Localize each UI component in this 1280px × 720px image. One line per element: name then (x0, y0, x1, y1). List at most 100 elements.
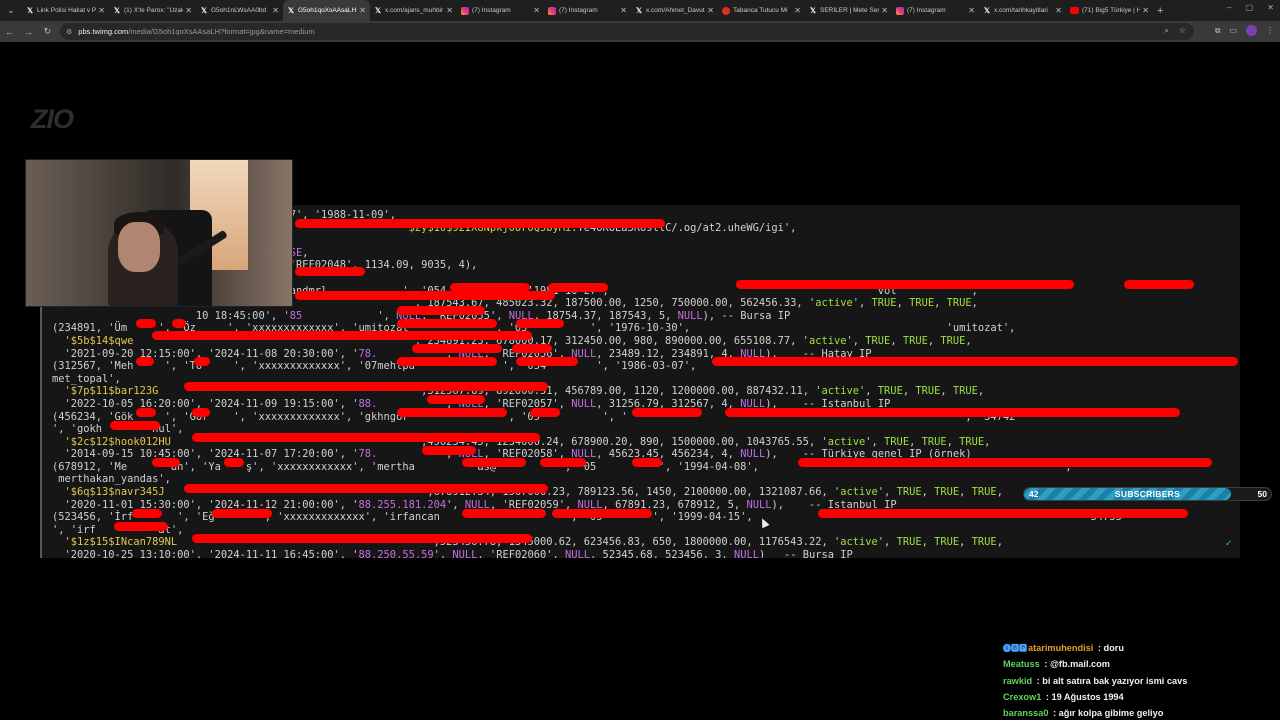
chat-username: atarimuhendisi (1028, 643, 1094, 653)
code-token: , (977, 385, 985, 398)
code-token: active (840, 486, 878, 499)
close-tab-icon[interactable]: ✕ (185, 6, 192, 15)
subscriber-goal: 50 (1257, 489, 1267, 499)
close-window-icon[interactable]: ✕ (1267, 3, 1274, 12)
code-token: , (996, 486, 1003, 499)
stream-logo: ZIO (31, 104, 74, 134)
redaction-mark (192, 433, 540, 442)
redaction-mark (192, 408, 210, 417)
tab-8[interactable]: Tabanca Tutucu Mi ✕ (718, 0, 805, 21)
checkmark-icon: ✓ (1225, 538, 1233, 548)
code-token: 88.255.181.204 (358, 498, 447, 511)
site-info-icon[interactable]: ⚙ (66, 28, 72, 36)
close-tab-icon[interactable]: ✕ (794, 6, 801, 15)
code-token: TRUE (971, 486, 997, 499)
menu-icon[interactable]: ⋮ (1266, 26, 1274, 35)
youtube-icon (1070, 7, 1079, 14)
code-token: TRUE (877, 385, 903, 398)
redaction-mark (136, 319, 156, 328)
x-logo-icon: 𝕏 (113, 5, 121, 15)
tab-search-button[interactable]: ⌄ (0, 0, 22, 21)
close-tab-icon[interactable]: ✕ (446, 6, 453, 15)
close-tab-icon[interactable]: ✕ (359, 6, 366, 15)
zoom-icon[interactable]: ⌕ (1164, 26, 1168, 36)
redaction-mark (427, 395, 485, 404)
tab-1[interactable]: 𝕏(1) X'te Parox: "Uzakta"✕ (109, 0, 196, 21)
code-token: , (302, 246, 309, 259)
minimize-icon[interactable]: – (1227, 3, 1231, 12)
forward-button[interactable]: → (19, 27, 38, 37)
chat-message: Crexow1 : 19 Ağustos 1994 (1003, 689, 1273, 705)
redaction-mark (516, 319, 564, 328)
new-tab-button[interactable]: + (1157, 5, 1163, 17)
redaction-mark (516, 357, 578, 366)
code-token: '2014-09-15 10:45:00', '2024-11-07 17:20… (52, 448, 359, 461)
close-tab-icon[interactable]: ✕ (98, 6, 105, 15)
tab-9[interactable]: 𝕏 SERİLER | Mete Seri ✕ (805, 0, 892, 21)
close-tab-icon[interactable]: ✕ (1142, 6, 1149, 15)
code-token: '$7p$11$bar123G (52, 385, 159, 398)
code-token: active (815, 297, 853, 310)
back-button[interactable]: ← (0, 27, 19, 37)
tab-title: (7) Instagram (907, 7, 946, 14)
maximize-icon[interactable]: ▢ (1246, 3, 1254, 12)
redaction-mark (632, 458, 662, 467)
tab-12[interactable]: (71) Big5 Türkiye | H ✕ (1066, 0, 1153, 21)
redaction-mark (152, 458, 180, 467)
code-token: 85 (289, 309, 378, 322)
chat-text: ağır kolpa gibime geliyo (1058, 708, 1164, 719)
chat-message: baranssa0 : ağır kolpa gibime geliyo (1003, 705, 1273, 720)
code-token: TRUE (915, 385, 941, 398)
tab-0[interactable]: 𝕏Link Polisi Hakat v Polisi✕ (22, 0, 109, 21)
chat-text: bi alt satıra bak yazıyor ismi cavs (1042, 675, 1188, 686)
redaction-mark (295, 267, 365, 276)
tab-5[interactable]: (7) Instagram ✕ (457, 0, 544, 21)
redaction-mark (114, 522, 168, 531)
code-token: '$5b$14$qwe (52, 334, 134, 347)
code-token: , (909, 435, 922, 448)
code-token: '$6q$13$navr345J (52, 486, 165, 499)
webcam-overlay (25, 159, 293, 307)
close-tab-icon[interactable]: ✕ (272, 6, 279, 15)
code-token: ', (877, 536, 897, 549)
tab-7[interactable]: 𝕏x.com/Ahmet_Davut ✕ (631, 0, 718, 21)
tab-title: x.com/Ahmet_Davut (646, 7, 705, 14)
address-bar[interactable]: ⚙ pbs.twimg.com/media/G5oh1qoXsAAsaLH?fo… (60, 23, 1194, 40)
code-token: NULL (565, 549, 591, 558)
code-token: , (996, 536, 1003, 549)
close-tab-icon[interactable]: ✕ (968, 6, 975, 15)
close-tab-icon[interactable]: ✕ (707, 6, 714, 15)
reload-button[interactable]: ↻ (38, 26, 57, 37)
tab-2[interactable]: 𝕏 G5oh1nLWsAA0bd ✕ (196, 0, 283, 21)
tab-4[interactable]: 𝕏x.com/ajans_muhbir ✕ (370, 0, 457, 21)
tab-3[interactable]: 𝕏 G5oh1qoXsAAsaLH ✕ (283, 0, 370, 21)
code-token: NULL (571, 397, 597, 410)
code-token: ', (877, 486, 897, 499)
redaction-mark (295, 291, 555, 300)
close-tab-icon[interactable]: ✕ (620, 6, 627, 15)
code-token: , (921, 536, 935, 549)
redaction-mark (818, 509, 1188, 518)
code-token: active (840, 536, 878, 549)
code-token: '2020-11-01 15:30:00', '2024-11-12 21:00… (52, 498, 359, 511)
sidebar-icon[interactable]: ▭ (1229, 26, 1237, 35)
profile-avatar[interactable] (1246, 25, 1257, 36)
tab-6[interactable]: (7) Instagram ✕ (544, 0, 631, 21)
close-tab-icon[interactable]: ✕ (533, 6, 540, 15)
close-tab-icon[interactable]: ✕ (1055, 6, 1062, 15)
tab-11[interactable]: 𝕏x.com/tarihkayitlari ✕ (979, 0, 1066, 21)
code-token: ', (446, 498, 465, 511)
code-token: active (827, 435, 866, 448)
code-token: TRUE (909, 297, 935, 310)
extensions-icon[interactable]: ⧉ (1215, 26, 1221, 36)
redaction-mark (397, 357, 497, 366)
bookmark-star-icon[interactable]: ☆ (1179, 26, 1186, 36)
close-tab-icon[interactable]: ✕ (881, 6, 888, 15)
tab-10[interactable]: (7) Instagram ✕ (892, 0, 979, 21)
redaction-mark (172, 319, 186, 328)
tab-title: x.com/ajans_muhbir (385, 7, 444, 14)
redaction-mark (552, 509, 652, 518)
address-bar-actions: ⌕ ☆ (1164, 26, 1186, 36)
code-token: ), -- Bursa IP (702, 309, 791, 322)
url-host: pbs.twimg.com (78, 27, 129, 36)
